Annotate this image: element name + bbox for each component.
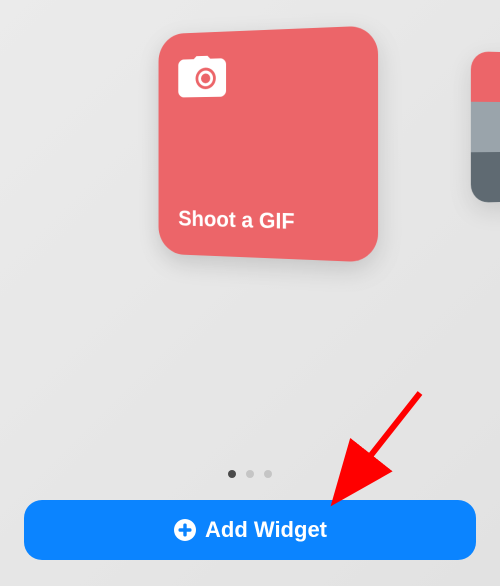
stack-segment xyxy=(471,152,500,203)
page-dot[interactable] xyxy=(228,470,236,478)
add-widget-button[interactable]: Add Widget xyxy=(24,500,476,560)
annotation-arrow xyxy=(320,385,440,515)
add-widget-label: Add Widget xyxy=(205,517,327,543)
widget-card-shoot-gif[interactable]: Shoot a GIF xyxy=(159,25,379,262)
camera-icon xyxy=(178,51,355,102)
widget-card-next[interactable] xyxy=(471,51,500,203)
page-indicator[interactable] xyxy=(228,470,272,478)
page-dot[interactable] xyxy=(264,470,272,478)
widget-preview-area: Shoot a GIF xyxy=(0,0,500,400)
page-dot[interactable] xyxy=(246,470,254,478)
stack-segment xyxy=(471,51,500,102)
stack-segment xyxy=(471,102,500,153)
plus-circle-icon xyxy=(173,518,197,542)
widget-title: Shoot a GIF xyxy=(178,206,355,237)
